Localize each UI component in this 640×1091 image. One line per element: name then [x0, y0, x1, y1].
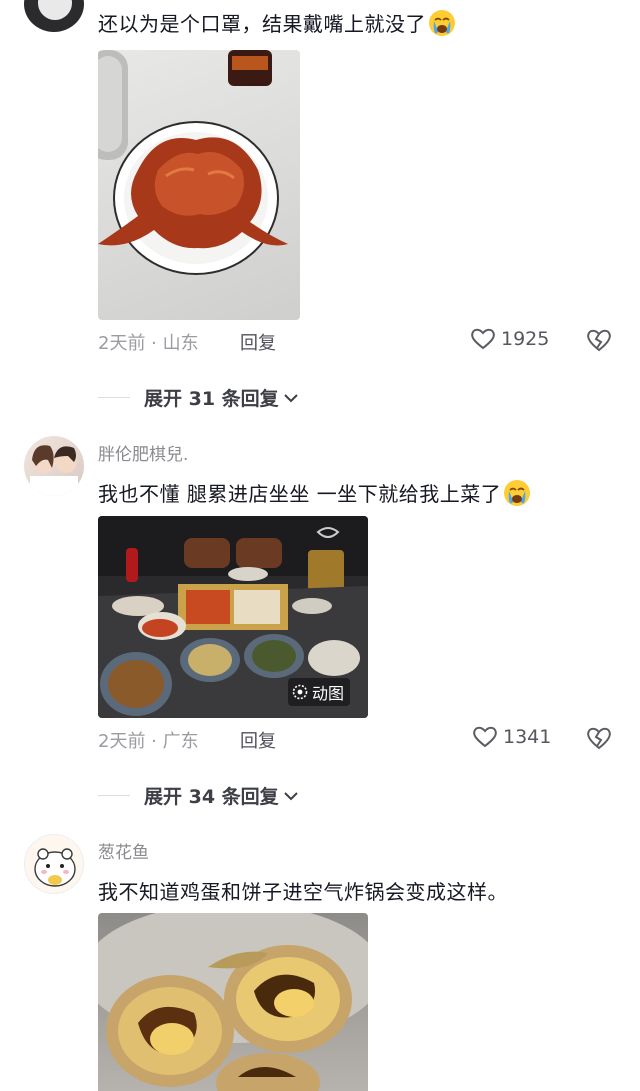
- divider: [98, 397, 130, 398]
- badge-label: 动图: [311, 684, 344, 703]
- reply-button[interactable]: 回复: [240, 727, 276, 753]
- like-button[interactable]: 1925: [470, 327, 549, 351]
- crying-face-icon: [429, 10, 455, 36]
- like-button[interactable]: 1341: [472, 725, 551, 749]
- comment-time: 2天前 · 山东: [98, 333, 199, 354]
- reply-button[interactable]: 回复: [240, 329, 276, 355]
- comment-text: 还以为是个口罩，结果戴嘴上就没了: [98, 8, 456, 37]
- comment-time: 2天前 · 广东: [98, 731, 199, 752]
- expand-replies[interactable]: 展开 34 条回复: [98, 782, 299, 809]
- gif-icon: [292, 684, 308, 700]
- username[interactable]: 葱花鱼: [98, 838, 149, 863]
- heart-icon: [473, 726, 497, 748]
- avatar[interactable]: [24, 436, 84, 496]
- crying-face-icon: [504, 480, 531, 506]
- comment-body: 我也不懂 腿累进店坐坐 一坐下就给我上菜了: [98, 482, 502, 506]
- like-count: 1925: [501, 328, 550, 350]
- like-count: 1341: [503, 726, 552, 748]
- expand-replies-label: 展开 31 条回复: [144, 388, 279, 410]
- avatar[interactable]: [24, 0, 84, 32]
- chevron-down-icon: [283, 791, 298, 800]
- comment-image[interactable]: 动图: [98, 516, 368, 718]
- dislike-icon[interactable]: [585, 725, 613, 751]
- username[interactable]: 胖伦肥棋兒.: [98, 440, 188, 465]
- expand-replies-label: 展开 34 条回复: [144, 786, 279, 808]
- comment-body: 我不知道鸡蛋和饼子进空气炸锅会变成这样。: [98, 880, 508, 904]
- comment-text: 我不知道鸡蛋和饼子进空气炸锅会变成这样。: [98, 876, 508, 905]
- chevron-down-icon: [283, 393, 298, 402]
- animated-image-badge: 动图: [287, 678, 350, 706]
- heart-icon: [471, 328, 495, 350]
- comment-text: 我也不懂 腿累进店坐坐 一坐下就给我上菜了: [98, 478, 531, 507]
- expand-replies[interactable]: 展开 31 条回复: [98, 384, 299, 411]
- comment-image[interactable]: [98, 913, 368, 1091]
- comment-body: 还以为是个口罩，结果戴嘴上就没了: [98, 12, 426, 36]
- avatar[interactable]: [24, 834, 84, 894]
- dislike-icon[interactable]: [585, 327, 613, 353]
- comment-image[interactable]: [98, 50, 300, 320]
- divider: [98, 795, 130, 796]
